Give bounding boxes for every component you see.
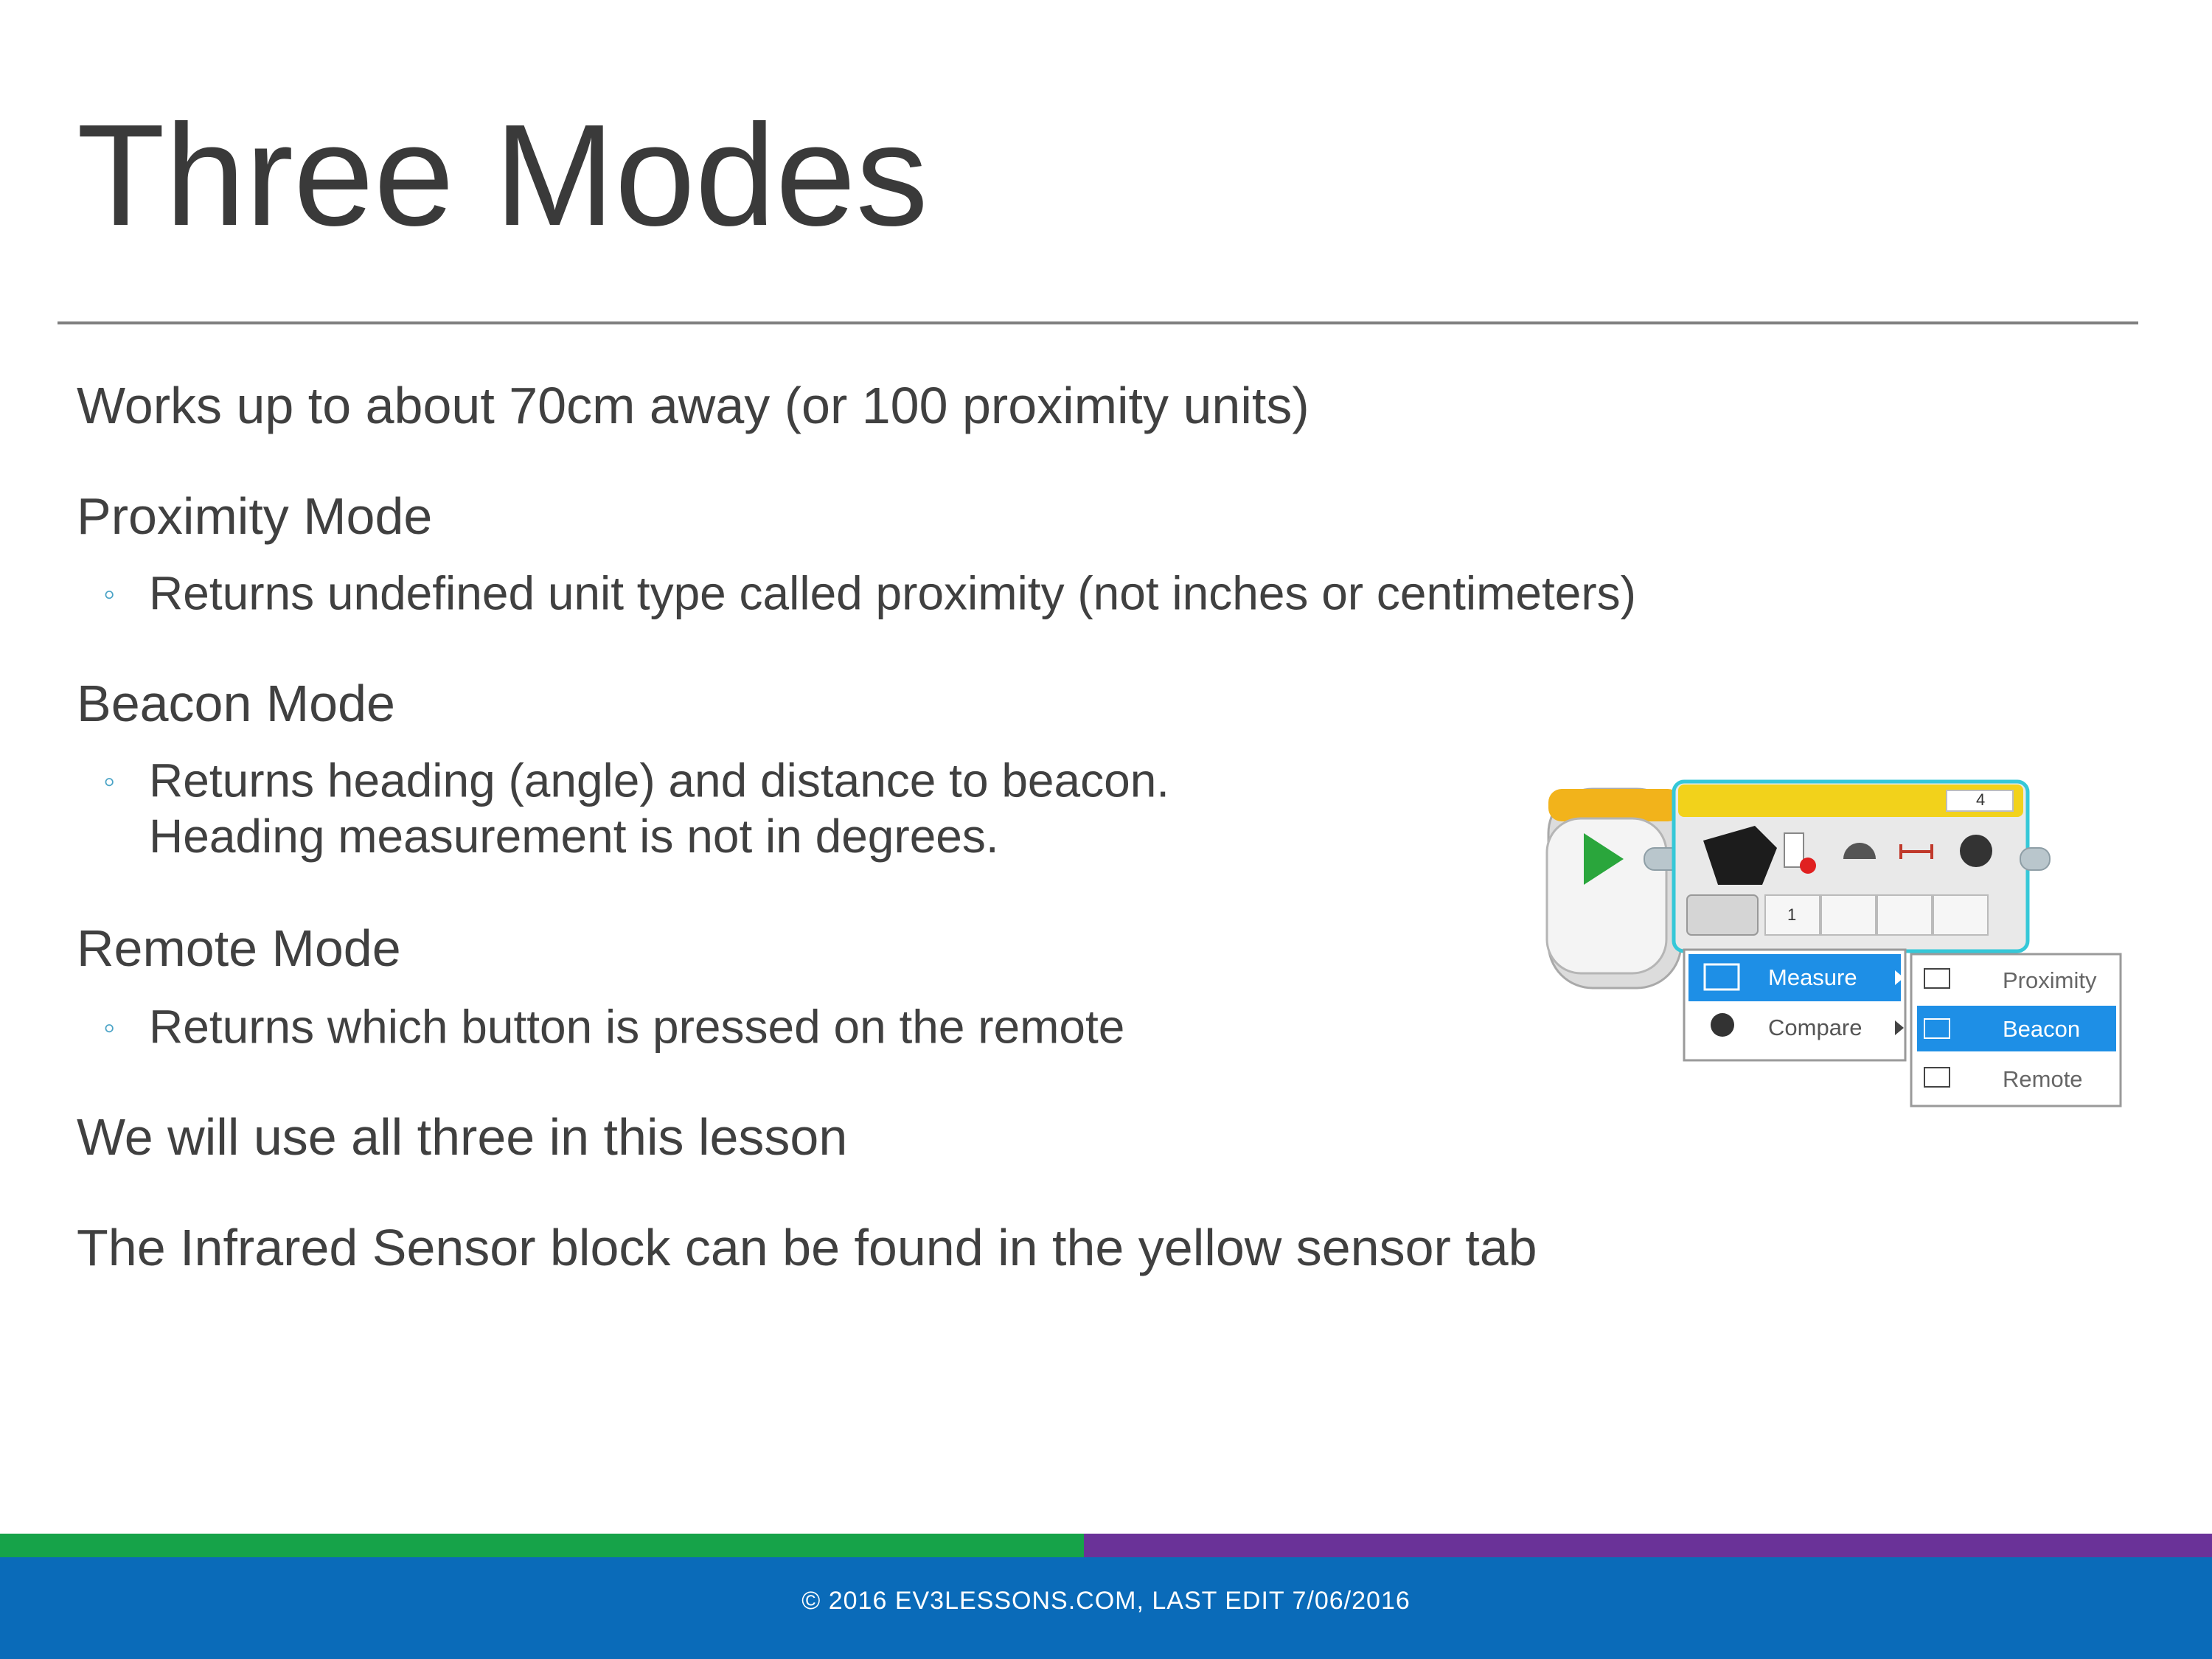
proximity-mode-bullet: ◦ Returns undefined unit type called prox…: [103, 562, 1636, 622]
footer-bar: © 2016 EV3LESSONS.COM, LAST EDIT 7/06/20…: [0, 1557, 2212, 1659]
slide-title: Three Modes: [77, 94, 928, 256]
start-block: [1545, 787, 1683, 990]
use-all-three-text: We will use all three in this lesson: [77, 1108, 848, 1166]
ev3-infrared-block-screenshot: 4 1 Measure Compare Proximity Beacon Rem…: [1534, 774, 2138, 1128]
remote-mode-text: Returns which button is pressed on the r…: [149, 1000, 1125, 1054]
beacon-mode-heading: Beacon Mode: [77, 675, 395, 732]
port-number[interactable]: 4: [1976, 790, 1985, 810]
submenu-item-proximity[interactable]: Proximity: [2003, 967, 2096, 994]
bullet-icon: ◦: [103, 574, 116, 613]
title-divider: [58, 321, 2138, 324]
beacon-mode-text: Returns heading (angle) and distance to …: [149, 754, 1170, 807]
info-icon: [1784, 832, 1804, 868]
bullet-icon: ◦: [103, 1007, 116, 1046]
submenu-item-beacon[interactable]: Beacon: [2003, 1016, 2080, 1043]
sensor-tab-text: The Infrared Sensor block can be found i…: [77, 1219, 1537, 1276]
remote-mode-heading: Remote Mode: [77, 919, 401, 977]
compare-icon: [1711, 1013, 1734, 1037]
beacon-mode-bullet: ◦ Returns heading (angle) and distance to…: [103, 749, 1169, 809]
proximity-mode-text: Returns undefined unit type called proxi…: [149, 566, 1636, 620]
infrared-sensor-block: [1672, 779, 2030, 953]
proximity-mode-heading: Proximity Mode: [77, 487, 433, 545]
mode-selector: [1686, 894, 1759, 936]
bullet-icon: ◦: [103, 761, 116, 800]
footer-accent-green: [0, 1534, 1084, 1557]
wire-connector-right: [2020, 847, 2051, 871]
menu-item-compare[interactable]: Compare: [1768, 1015, 1863, 1041]
range-text: Works up to about 70cm away (or 100 prox…: [77, 377, 1310, 434]
remote-mode-bullet: ◦ Returns which button is pressed on the …: [103, 995, 1124, 1055]
port-badge-icon: [1800, 858, 1816, 874]
footer-copyright: © 2016 EV3LESSONS.COM, LAST EDIT 7/06/20…: [801, 1587, 1411, 1615]
channel-value[interactable]: 1: [1787, 905, 1796, 925]
remote-button-icon: [1960, 835, 1992, 867]
beacon-mode-text-continued: Heading measurement is not in degrees.: [149, 810, 999, 863]
menu-item-measure[interactable]: Measure: [1768, 964, 1857, 991]
footer-accent-purple: [1084, 1534, 2212, 1557]
submenu-item-remote[interactable]: Remote: [2003, 1066, 2083, 1093]
